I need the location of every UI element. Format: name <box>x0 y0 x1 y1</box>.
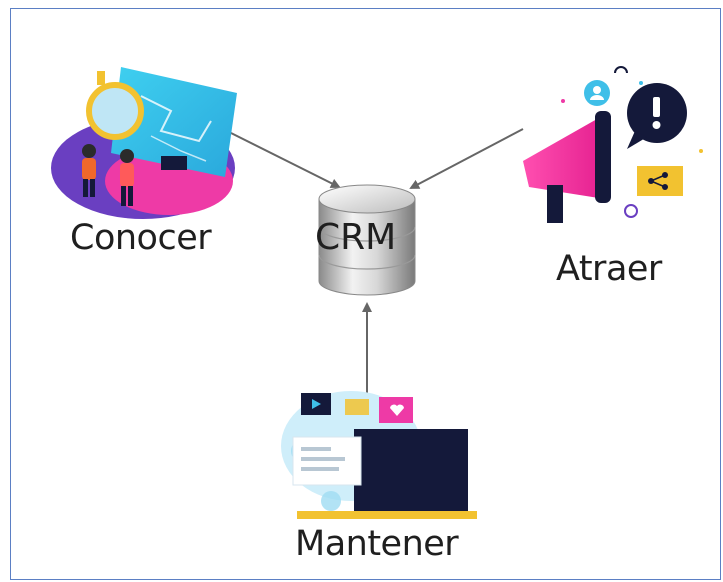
team-map-illustration-icon <box>51 67 237 219</box>
node-label-crm: CRM <box>315 217 397 258</box>
node-label-atraer: Atraer <box>556 249 662 289</box>
monitor-social-illustration-icon <box>281 391 477 519</box>
edge-atraer-crm <box>409 128 524 189</box>
diagram-canvas <box>51 66 703 519</box>
edge-conocer-crm <box>226 130 341 188</box>
diagram-frame: Conocer Atraer Mantener CRM <box>10 8 721 580</box>
node-label-mantener: Mantener <box>295 524 459 564</box>
megaphone-illustration-icon <box>523 66 703 223</box>
node-label-conocer: Conocer <box>70 218 212 258</box>
